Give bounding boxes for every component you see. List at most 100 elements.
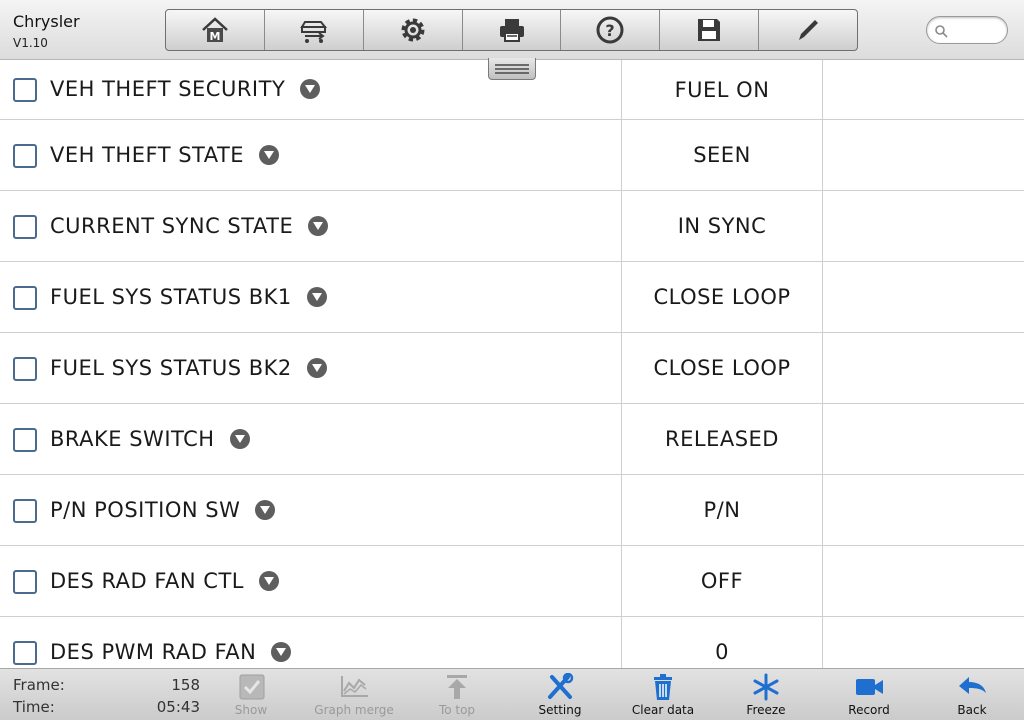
row-label: BRAKE SWITCH xyxy=(50,426,215,451)
home-button[interactable]: M xyxy=(166,10,265,50)
dropdown-arrow-icon[interactable] xyxy=(271,641,292,662)
back-arrow-icon xyxy=(959,677,986,694)
record-button[interactable]: Record xyxy=(824,673,914,719)
row-label: FUEL SYS STATUS BK2 xyxy=(50,355,292,380)
svg-text:M: M xyxy=(209,30,220,43)
row-label-group: FUEL SYS STATUS BK2 xyxy=(50,356,327,380)
row-label: VEH THEFT STATE xyxy=(50,142,245,167)
row-unit xyxy=(824,262,1024,332)
save-button[interactable] xyxy=(660,10,760,50)
edit-button[interactable] xyxy=(759,10,857,50)
table-row[interactable]: VEH THEFT STATE SEEN xyxy=(0,120,1024,191)
table-row[interactable]: DES PWM RAD FAN 0 xyxy=(0,617,1024,668)
help-button[interactable]: ? xyxy=(561,10,661,50)
row-label: VEH THEFT SECURITY xyxy=(50,77,286,101)
row-checkbox[interactable] xyxy=(13,640,37,665)
row-value: RELEASED xyxy=(621,404,823,474)
row-checkbox[interactable] xyxy=(13,285,37,310)
main-toolbar: M ? xyxy=(165,9,858,51)
freeze-label: Freeze xyxy=(746,703,786,717)
frame-label: Frame: xyxy=(13,676,65,694)
dropdown-arrow-icon[interactable] xyxy=(306,286,327,307)
dropdown-arrow-icon[interactable] xyxy=(259,570,279,591)
dropdown-arrow-icon[interactable] xyxy=(300,79,321,99)
to-top-label: To top xyxy=(438,703,476,717)
snowflake-icon xyxy=(753,673,779,701)
clear-data-label: Clear data xyxy=(631,703,695,717)
print-button[interactable] xyxy=(463,10,562,50)
floppy-disk-icon xyxy=(698,19,721,41)
table-row[interactable]: P/N POSITION SW P/N xyxy=(0,475,1024,546)
row-checkbox[interactable] xyxy=(13,214,37,239)
graph-merge-label: Graph merge xyxy=(314,703,394,717)
search-input[interactable] xyxy=(951,20,1003,40)
row-value: CLOSE LOOP xyxy=(621,262,823,332)
row-label: DES PWM RAD FAN xyxy=(50,639,257,664)
pencil-icon xyxy=(799,20,819,40)
row-label-group: P/N POSITION SW xyxy=(50,498,276,522)
printer-icon xyxy=(499,19,524,42)
bottom-bar: Frame: 158 Time: 05:43 Show Graph merge … xyxy=(0,668,1024,720)
gear-icon xyxy=(401,18,425,42)
table-row[interactable]: FUEL SYS STATUS BK1 CLOSE LOOP xyxy=(0,262,1024,333)
row-value: CLOSE LOOP xyxy=(621,333,823,403)
row-label-group: DES PWM RAD FAN xyxy=(50,639,292,664)
check-square-icon xyxy=(239,674,265,700)
help-icon: ? xyxy=(596,16,624,44)
top-header: Chrysler V1.10 M ? xyxy=(0,0,1024,60)
row-label: CURRENT SYNC STATE xyxy=(50,213,294,238)
row-value: IN SYNC xyxy=(621,191,823,261)
row-unit xyxy=(824,60,1024,119)
back-button[interactable]: Back xyxy=(927,673,1017,719)
app-version: V1.10 xyxy=(13,36,48,50)
clear-data-button[interactable]: Clear data xyxy=(618,673,708,719)
to-top-button[interactable]: To top xyxy=(412,673,502,719)
row-checkbox[interactable] xyxy=(13,569,37,594)
row-value: 0 xyxy=(621,617,823,668)
row-label-group: VEH THEFT STATE xyxy=(50,142,280,167)
row-checkbox[interactable] xyxy=(13,356,37,381)
dropdown-arrow-icon[interactable] xyxy=(308,215,329,236)
show-button[interactable]: Show xyxy=(206,673,296,719)
dropdown-arrow-icon[interactable] xyxy=(306,357,327,378)
row-checkbox[interactable] xyxy=(13,78,37,102)
app-title: Chrysler xyxy=(13,12,80,31)
arrow-top-icon xyxy=(447,675,467,699)
dropdown-arrow-icon[interactable] xyxy=(259,144,280,165)
dropdown-arrow-icon[interactable] xyxy=(229,428,250,449)
table-row[interactable]: BRAKE SWITCH RELEASED xyxy=(0,404,1024,475)
table-row[interactable]: DES RAD FAN CTL OFF xyxy=(0,546,1024,617)
row-unit xyxy=(824,546,1024,616)
row-value: FUEL ON xyxy=(621,60,823,119)
time-value: 05:43 xyxy=(156,698,200,716)
settings-button[interactable] xyxy=(364,10,463,50)
drawer-handle[interactable] xyxy=(488,58,536,80)
row-checkbox[interactable] xyxy=(13,143,37,168)
row-checkbox[interactable] xyxy=(13,498,37,523)
setting-button[interactable]: Setting xyxy=(515,673,605,719)
row-unit xyxy=(824,404,1024,474)
row-checkbox[interactable] xyxy=(13,427,37,452)
row-label: DES RAD FAN CTL xyxy=(50,568,244,593)
video-camera-icon xyxy=(856,679,883,695)
search-icon xyxy=(935,25,948,38)
row-unit xyxy=(824,333,1024,403)
show-label: Show xyxy=(234,703,268,717)
back-label: Back xyxy=(957,703,987,717)
row-value: OFF xyxy=(621,546,823,616)
graph-merge-button[interactable]: Graph merge xyxy=(309,673,399,719)
vehicle-swap-button[interactable] xyxy=(265,10,364,50)
row-unit xyxy=(824,120,1024,190)
freeze-button[interactable]: Freeze xyxy=(721,673,811,719)
row-unit xyxy=(824,191,1024,261)
row-label-group: CURRENT SYNC STATE xyxy=(50,213,329,238)
row-label-group: VEH THEFT SECURITY xyxy=(50,77,321,101)
table-row[interactable]: FUEL SYS STATUS BK2 CLOSE LOOP xyxy=(0,333,1024,404)
row-value: P/N xyxy=(621,475,823,545)
data-stream-list[interactable]: VEH THEFT SECURITY FUEL ON VEH THEFT STATE… xyxy=(0,60,1024,668)
svg-text:?: ? xyxy=(606,21,615,40)
dropdown-arrow-icon[interactable] xyxy=(255,499,276,520)
row-unit xyxy=(824,617,1024,668)
table-row[interactable]: CURRENT SYNC STATE IN SYNC xyxy=(0,191,1024,262)
search-box[interactable] xyxy=(926,16,1008,44)
